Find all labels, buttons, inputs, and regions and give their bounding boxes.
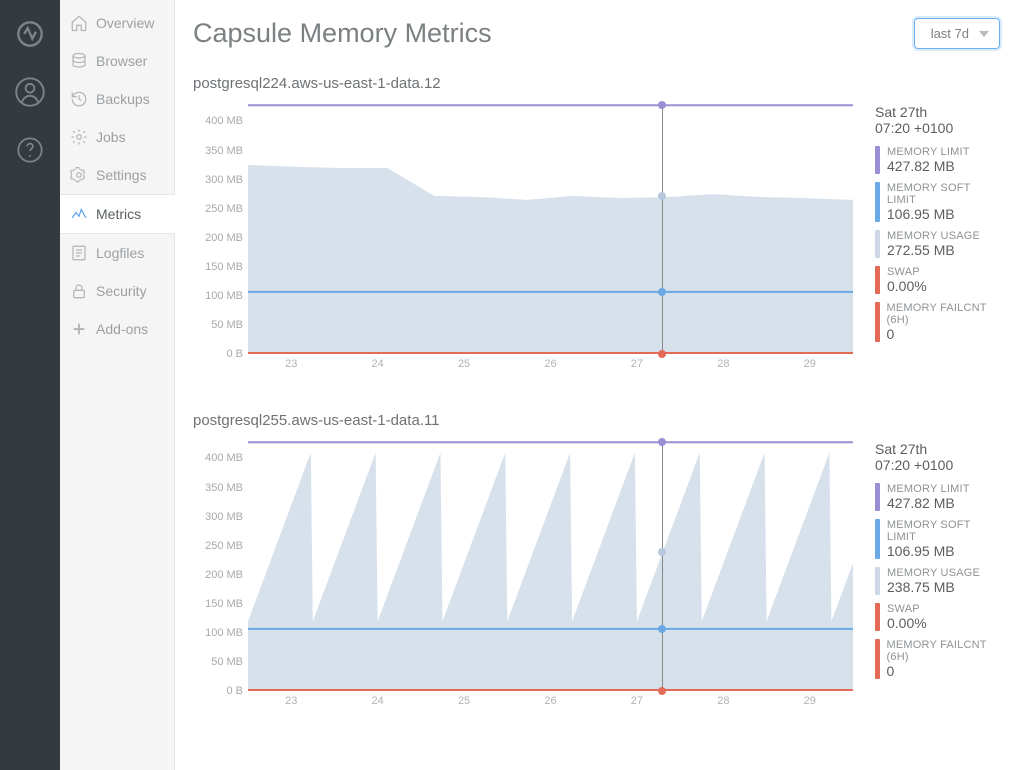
cursor-dot-usage — [658, 548, 666, 556]
legend-swatch — [875, 182, 880, 222]
legend-value: 0.00% — [887, 615, 927, 631]
chart-block-1: postgresql255.aws-us-east-1-data.11 0 B50… — [193, 412, 1000, 705]
legend-value: 0 — [887, 326, 1000, 342]
logo-icon[interactable] — [14, 18, 46, 50]
sidebar-item-backups[interactable]: Backups — [60, 80, 174, 118]
cursor-dot-swap — [658, 350, 666, 358]
legend-label: MEMORY USAGE — [887, 567, 980, 579]
legend-row-usage: MEMORY USAGE272.55 MB — [875, 230, 1000, 258]
sidebar-item-label: Add-ons — [96, 321, 148, 337]
legend-value: 427.82 MB — [887, 495, 970, 511]
legend-swatch — [875, 567, 880, 595]
sidebar-item-label: Metrics — [96, 206, 141, 222]
legend-row-failcnt: MEMORY FAILCNT (6H)0 — [875, 302, 1000, 342]
legend-label: MEMORY SOFT LIMIT — [887, 182, 1000, 206]
app-rail — [0, 0, 60, 770]
legend-row-swap: SWAP0.00% — [875, 266, 1000, 294]
legend-row-limit: MEMORY LIMIT427.82 MB — [875, 146, 1000, 174]
legend-row-failcnt: MEMORY FAILCNT (6H)0 — [875, 639, 1000, 679]
sidebar-item-jobs[interactable]: Jobs — [60, 118, 174, 156]
logfiles-icon — [70, 244, 88, 262]
cursor-dot-softlimit — [658, 625, 666, 633]
chart-plot[interactable]: 0 B50 MB100 MB150 MB200 MB250 MB300 MB35… — [193, 104, 853, 368]
chart-cursor — [662, 104, 663, 353]
sidebar-item-label: Browser — [96, 53, 147, 69]
sidebar-item-settings[interactable]: Settings — [60, 156, 174, 194]
legend-row-softlimit: MEMORY SOFT LIMIT106.95 MB — [875, 519, 1000, 559]
gear-icon — [70, 128, 88, 146]
chart-title: postgresql255.aws-us-east-1-data.11 — [193, 412, 1000, 429]
legend-label: MEMORY FAILCNT (6H) — [887, 302, 1000, 326]
plus-icon — [70, 320, 88, 338]
sidebar-item-label: Security — [96, 283, 147, 299]
legend-value: 427.82 MB — [887, 158, 970, 174]
history-icon — [70, 90, 88, 108]
sidebar-item-security[interactable]: Security — [60, 272, 174, 310]
database-icon — [70, 52, 88, 70]
legend-value: 106.95 MB — [887, 543, 1000, 559]
legend-swatch — [875, 519, 880, 559]
metrics-icon — [70, 205, 88, 223]
legend-row-softlimit: MEMORY SOFT LIMIT106.95 MB — [875, 182, 1000, 222]
sidebar-item-metrics[interactable]: Metrics — [60, 194, 175, 234]
chart-legend: Sat 27th07:20 +0100 MEMORY LIMIT427.82 MB… — [875, 441, 1000, 687]
cursor-timestamp-day: Sat 27th — [875, 104, 1000, 120]
legend-label: MEMORY LIMIT — [887, 483, 970, 495]
home-icon — [70, 14, 88, 32]
legend-swatch — [875, 230, 880, 258]
cursor-dot-usage — [658, 192, 666, 200]
legend-row-swap: SWAP0.00% — [875, 603, 1000, 631]
sidebar-item-add-ons[interactable]: Add-ons — [60, 310, 174, 348]
time-range-select[interactable]: last 7d — [914, 18, 1000, 49]
legend-label: MEMORY USAGE — [887, 230, 980, 242]
legend-value: 272.55 MB — [887, 242, 980, 258]
chart-legend: Sat 27th07:20 +0100 MEMORY LIMIT427.82 MB… — [875, 104, 1000, 350]
chart-title: postgresql224.aws-us-east-1-data.12 — [193, 75, 1000, 92]
cursor-timestamp-time: 07:20 +0100 — [875, 457, 1000, 473]
user-icon[interactable] — [14, 76, 46, 108]
sidebar-item-label: Settings — [96, 167, 147, 183]
legend-swatch — [875, 146, 880, 174]
legend-swatch — [875, 603, 880, 631]
sidebar-item-label: Logfiles — [96, 245, 144, 261]
legend-value: 0 — [887, 663, 1000, 679]
legend-label: MEMORY FAILCNT (6H) — [887, 639, 1000, 663]
legend-value: 106.95 MB — [887, 206, 1000, 222]
time-range-value: last 7d — [931, 26, 969, 41]
lock-icon — [70, 282, 88, 300]
legend-label: SWAP — [887, 603, 927, 615]
sidebar-item-label: Backups — [96, 91, 150, 107]
cursor-timestamp-time: 07:20 +0100 — [875, 120, 1000, 136]
cursor-timestamp-day: Sat 27th — [875, 441, 1000, 457]
legend-value: 238.75 MB — [887, 579, 980, 595]
cursor-dot-swap — [658, 687, 666, 695]
sliders-icon — [70, 166, 88, 184]
legend-swatch — [875, 302, 880, 342]
legend-label: MEMORY LIMIT — [887, 146, 970, 158]
legend-swatch — [875, 483, 880, 511]
legend-row-limit: MEMORY LIMIT427.82 MB — [875, 483, 1000, 511]
legend-label: SWAP — [887, 266, 927, 278]
sidebar-item-logfiles[interactable]: Logfiles — [60, 234, 174, 272]
legend-swatch — [875, 266, 880, 294]
cursor-dot-limit — [658, 101, 666, 109]
help-icon[interactable] — [14, 134, 46, 166]
chart-cursor — [662, 441, 663, 690]
legend-label: MEMORY SOFT LIMIT — [887, 519, 1000, 543]
cursor-dot-limit — [658, 438, 666, 446]
legend-swatch — [875, 639, 880, 679]
sidebar: Overview Browser Backups Jobs Settings Metric… — [60, 0, 175, 770]
legend-row-usage: MEMORY USAGE238.75 MB — [875, 567, 1000, 595]
sidebar-item-overview[interactable]: Overview — [60, 4, 174, 42]
cursor-dot-softlimit — [658, 288, 666, 296]
sidebar-item-browser[interactable]: Browser — [60, 42, 174, 80]
sidebar-item-label: Overview — [96, 15, 154, 31]
legend-value: 0.00% — [887, 278, 927, 294]
chart-plot[interactable]: 0 B50 MB100 MB150 MB200 MB250 MB300 MB35… — [193, 441, 853, 705]
sidebar-item-label: Jobs — [96, 129, 126, 145]
page-title: Capsule Memory Metrics — [193, 18, 492, 49]
main-content: Capsule Memory Metrics last 7d postgresq… — [175, 0, 1026, 770]
chart-block-0: postgresql224.aws-us-east-1-data.12 0 B50… — [193, 75, 1000, 368]
